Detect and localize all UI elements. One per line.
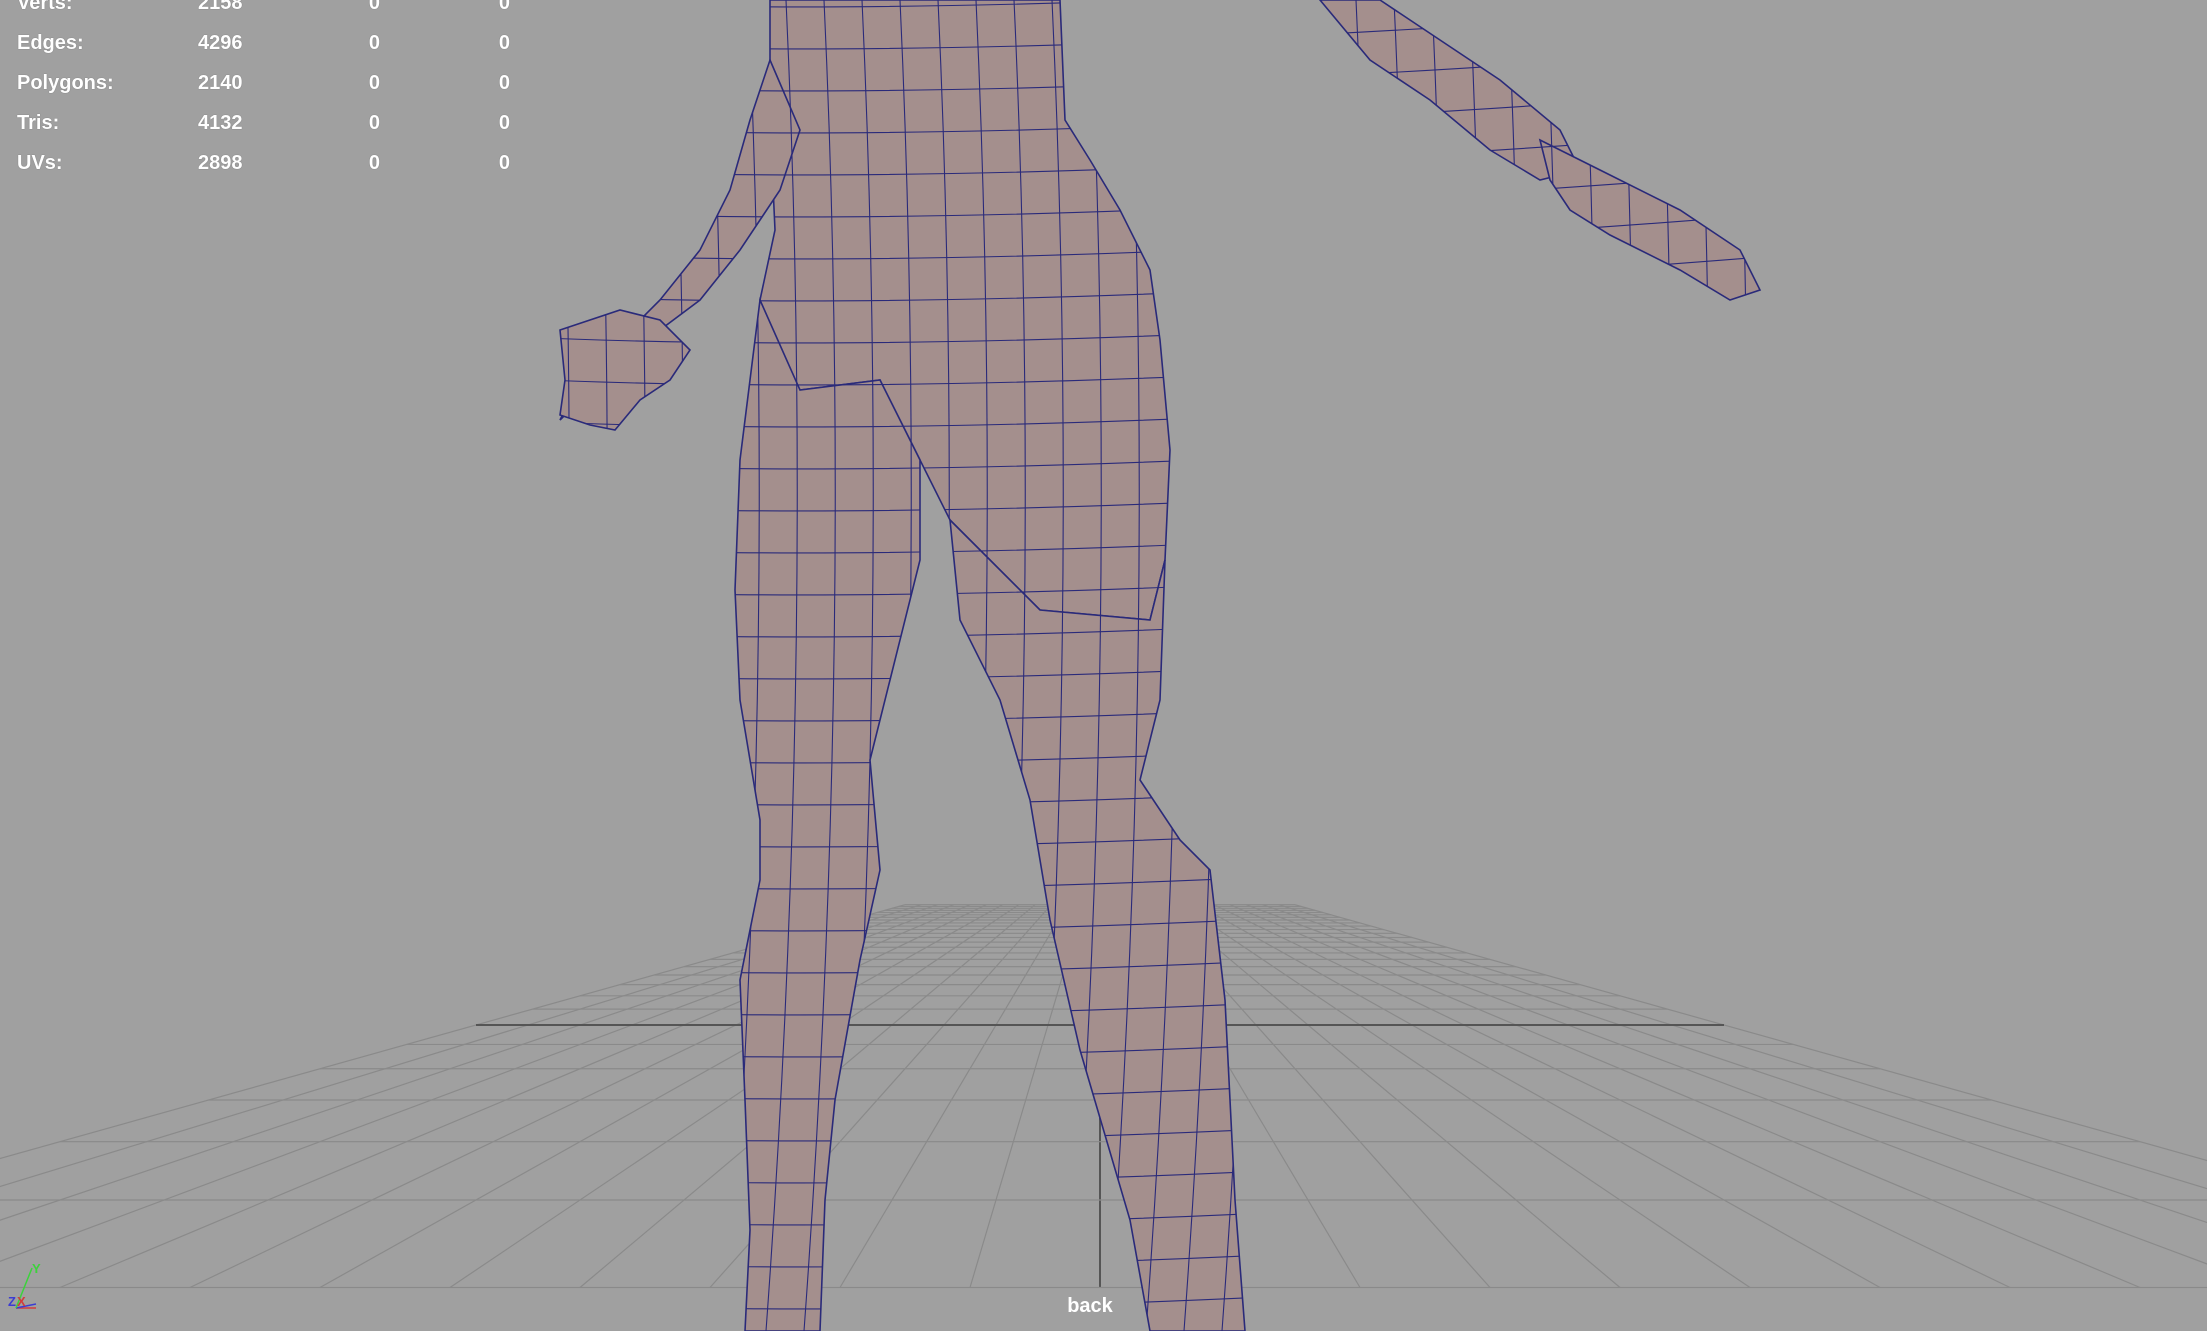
hud-uv: 0 [498, 32, 510, 54]
wire-edge [651, 0, 684, 1331]
wire-edge [560, 85, 1760, 134]
scene-canvas[interactable] [0, 0, 2207, 1331]
wire-edge [1449, 0, 1482, 1331]
hud-uv: 0 [498, 152, 510, 174]
hud-label: Edges: [17, 32, 84, 54]
hud-uv: 0 [498, 72, 510, 94]
grid-line [839, 904, 1069, 1288]
hud-row-verts: Verts: 2158 0 0 [0, 0, 560, 32]
grid-line [189, 904, 987, 1289]
hud-row-tris: Tris: 4132 0 0 [0, 112, 560, 152]
hud-label: Polygons: [17, 72, 114, 94]
wire-edge [1677, 0, 1710, 1331]
wire-edge [1525, 0, 1558, 1331]
wire-edge [560, 127, 1760, 176]
right-arm-mesh[interactable] [1318, 0, 1582, 181]
grid-line [1278, 904, 2207, 1190]
character-mesh[interactable] [500, 0, 1800, 1331]
grid-line [1246, 904, 2207, 1265]
hud-selected: 0 [368, 72, 380, 94]
grid-line [319, 904, 1003, 1289]
wire-edge [1259, 0, 1292, 1331]
hud-label: Tris: [17, 112, 60, 134]
wire-edge [560, 43, 1760, 92]
x-axis-label: X [17, 1294, 26, 1309]
hud-selected: 0 [368, 0, 380, 14]
hud-row-uvs: UVs: 2898 0 0 [0, 152, 560, 192]
hud-total: 4132 [198, 112, 243, 134]
hud-total: 2140 [198, 72, 243, 94]
wire-edge [1715, 0, 1748, 1331]
grid-line [1262, 904, 2207, 1224]
hud-total: 2158 [198, 0, 243, 14]
wire-edge [613, 0, 646, 1331]
hud-label: Verts: [17, 0, 73, 14]
wire-edge [1297, 0, 1330, 1331]
wire-edge [575, 0, 608, 1331]
hud-total: 2898 [198, 152, 243, 174]
heads-up-poly-count: Verts: 2158 0 0 Edges: 4296 0 0 Polygons… [0, 0, 560, 190]
axis-orientation-icon: Y Z X [8, 1261, 41, 1309]
hud-uv: 0 [498, 112, 510, 134]
hud-uv: 0 [498, 0, 510, 14]
grid-line [1197, 904, 1881, 1289]
left-hand-mesh[interactable] [559, 309, 692, 431]
grid-line [1229, 904, 2141, 1289]
wire-edge [560, 0, 570, 1331]
hud-row-polygons: Polygons: 2140 0 0 [0, 72, 560, 112]
wire-edge [560, 1, 1760, 50]
wire-edge [689, 0, 722, 1331]
wire-edge [560, 0, 1760, 8]
wire-edge [560, 757, 1760, 806]
wire-edge [1335, 0, 1368, 1331]
y-axis-label: Y [32, 1261, 41, 1276]
left-leg-mesh[interactable] [734, 297, 921, 1331]
hud-selected: 0 [368, 152, 380, 174]
hud-selected: 0 [368, 32, 380, 54]
wire-edge [1411, 0, 1444, 1331]
wire-edge [1373, 0, 1406, 1331]
hud-total: 4296 [198, 32, 243, 54]
hud-label: UVs: [17, 152, 63, 174]
z-axis-label: Z [8, 1294, 16, 1309]
right-hand-mesh[interactable] [1538, 138, 1762, 301]
grid-line [1213, 904, 2011, 1289]
perspective-viewport[interactable]: Verts: 2158 0 0 Edges: 4296 0 0 Polygons… [0, 0, 2207, 1331]
wire-edge [1487, 0, 1520, 1331]
hud-row-edges: Edges: 4296 0 0 [0, 32, 560, 72]
camera-name-label: back [1067, 1295, 1113, 1317]
hud-selected: 0 [368, 112, 380, 134]
